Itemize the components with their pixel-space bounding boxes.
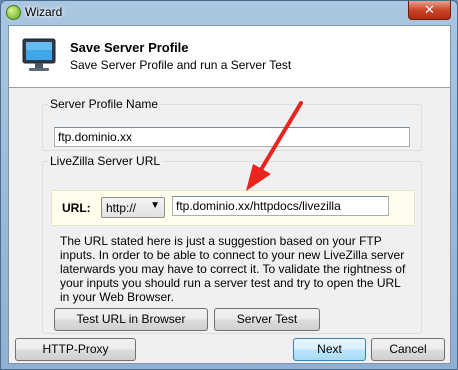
url-label: URL: [62,201,91,215]
page-title: Save Server Profile [70,40,189,55]
protocol-select-value: http:// [106,201,137,215]
page-subtitle: Save Server Profile and run a Server Tes… [70,58,292,72]
profile-name-group: Server Profile Name [42,97,422,151]
cancel-button[interactable]: Cancel [371,338,445,361]
close-button[interactable]: ✕ [408,1,451,20]
url-input[interactable] [172,196,389,216]
server-test-button[interactable]: Server Test [214,308,320,331]
next-button[interactable]: Next [293,338,366,361]
wizard-window: Wizard ✕ Save Server Profile Save Server… [0,0,458,370]
http-proxy-button[interactable]: HTTP-Proxy [15,338,136,361]
window-title: Wizard [25,5,63,19]
url-row: URL: http:// ▼ [51,190,415,226]
url-help-text: The URL stated here is just a suggestion… [60,234,406,304]
test-url-button[interactable]: Test URL in Browser [54,308,208,331]
server-url-group: LiveZilla Server URL URL: http:// ▼ The … [42,154,422,334]
monitor-icon [22,38,56,71]
profile-name-legend: Server Profile Name [50,97,159,111]
app-icon [6,5,21,20]
server-url-legend: LiveZilla Server URL [50,154,161,168]
title-bar[interactable]: Wizard ✕ [1,1,457,25]
chevron-down-icon: ▼ [150,200,160,211]
wizard-header: Save Server Profile Save Server Profile … [9,26,450,88]
profile-name-input[interactable] [54,127,410,147]
wizard-content: Save Server Profile Save Server Profile … [8,25,451,364]
protocol-select[interactable]: http:// ▼ [101,197,165,218]
